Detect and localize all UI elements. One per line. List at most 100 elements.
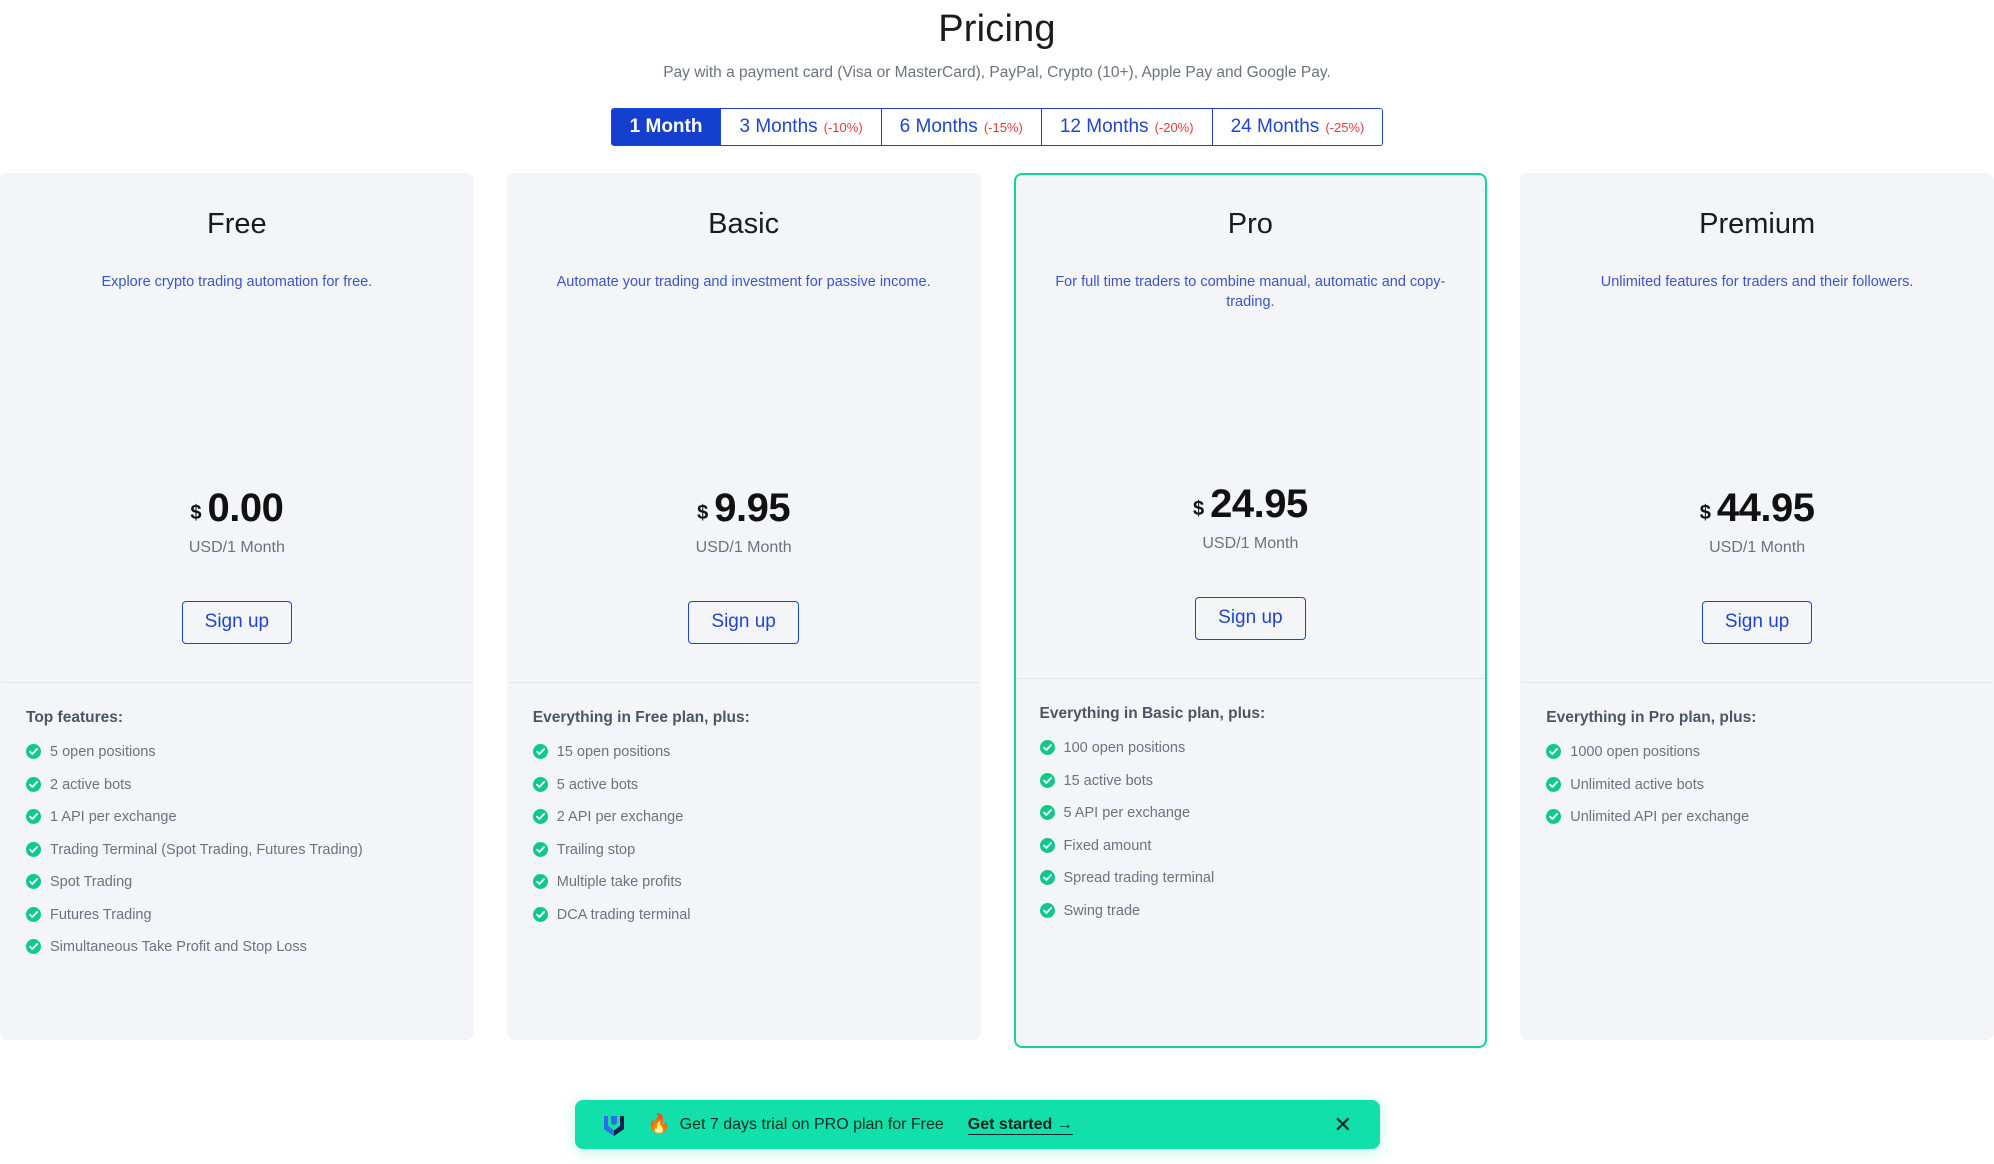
feature-item: Unlimited API per exchange — [1546, 808, 1968, 828]
price-block: $0.00 USD/1 Month — [28, 486, 446, 557]
feature-label: Spread trading terminal — [1063, 870, 1215, 887]
check-circle-icon — [26, 939, 41, 955]
signup-wrap: Sign up — [535, 601, 953, 682]
period-tab-12-months[interactable]: 12 Months (-20%) — [1041, 109, 1213, 146]
period-tab-6-months[interactable]: 6 Months (-15%) — [881, 109, 1042, 146]
check-circle-icon — [26, 906, 41, 922]
period-tab-label: 24 Months — [1230, 116, 1320, 138]
period-tab-1-month[interactable]: 1 Month — [611, 109, 722, 146]
check-circle-icon — [1039, 837, 1055, 853]
feature-label: 2 active bots — [50, 776, 132, 793]
plan-name: Free — [207, 208, 267, 240]
period-tab-24-months[interactable]: 24 Months (-25%) — [1212, 109, 1383, 146]
feature-item: 5 API per exchange — [1039, 804, 1462, 824]
signup-button[interactable]: Sign up — [688, 601, 799, 644]
price-period: USD/1 Month — [695, 539, 792, 557]
fire-icon: 🔥 — [647, 1114, 671, 1135]
feature-label: 5 open positions — [50, 744, 156, 760]
plan-tagline: Automate your trading and investment for… — [556, 273, 931, 290]
signup-button[interactable]: Sign up — [1195, 597, 1306, 640]
signup-wrap: Sign up — [1548, 601, 1966, 682]
feature-label: 2 API per exchange — [556, 809, 684, 826]
pricing-cards-row: Free Explore crypto trading automation fo… — [0, 173, 1994, 1048]
price-line: $24.95 — [1042, 482, 1460, 527]
period-tab-discount: (-10%) — [823, 120, 863, 136]
price-amount: 24.95 — [1210, 482, 1308, 527]
feature-label: 5 API per exchange — [1063, 805, 1191, 822]
period-tab-3-months[interactable]: 3 Months (-10%) — [721, 109, 882, 146]
price-line: $0.00 — [28, 486, 446, 531]
app-logo-icon — [601, 1112, 627, 1138]
get-started-link[interactable]: Get started → — [968, 1116, 1073, 1134]
check-circle-icon — [1039, 740, 1055, 755]
period-tab-label: 12 Months — [1059, 116, 1149, 138]
check-circle-icon — [1039, 772, 1055, 788]
feature-item: Swing trade — [1039, 902, 1462, 922]
feature-label: DCA trading terminal — [556, 906, 691, 923]
feature-item: Fixed amount — [1039, 837, 1462, 857]
period-tab-label: 6 Months — [899, 116, 978, 138]
price-period: USD/1 Month — [1709, 539, 1806, 557]
check-circle-icon — [532, 841, 548, 857]
feature-item: 1 API per exchange — [26, 808, 448, 828]
features-title: Everything in Pro plan, plus: — [1546, 709, 1757, 726]
check-circle-icon — [1546, 744, 1562, 759]
currency-symbol: $ — [190, 502, 202, 525]
price-line: $44.95 — [1548, 486, 1966, 531]
check-circle-icon — [532, 809, 548, 825]
price-period: USD/1 Month — [1202, 535, 1299, 553]
feature-label: 15 active bots — [1063, 772, 1153, 789]
feature-item: DCA trading terminal — [532, 906, 955, 926]
page-subtitle: Pay with a payment card (Visa or MasterC… — [663, 64, 1331, 82]
pricing-page: Pricing Pay with a payment card (Visa or… — [0, 0, 1994, 1164]
close-icon[interactable]: ✕ — [1328, 1110, 1358, 1140]
feature-item: 15 open positions — [532, 743, 955, 763]
price-amount: 9.95 — [714, 486, 791, 531]
pricing-card-basic: Basic Automate your trading and investmen… — [506, 173, 981, 1040]
features-section: Everything in Basic plan, plus: 100 open … — [1016, 679, 1486, 1046]
feature-item: 15 active bots — [1039, 772, 1462, 792]
feature-label: Unlimited active bots — [1570, 776, 1705, 793]
signup-wrap: Sign up — [1042, 597, 1460, 678]
check-circle-icon — [1546, 809, 1562, 825]
promo-banner: 🔥 Get 7 days trial on PRO plan for Free … — [575, 1100, 1380, 1149]
billing-period-toggle[interactable]: 1 Month 3 Months (-10%) 6 Months (-15%) 12 Mo… — [610, 108, 1384, 147]
plan-name: Pro — [1227, 208, 1273, 240]
currency-symbol: $ — [697, 502, 709, 525]
check-circle-icon — [26, 841, 41, 857]
check-circle-icon — [26, 776, 41, 792]
check-circle-icon — [532, 776, 548, 792]
features-section: Top features: 5 open positions 2 active b… — [2, 683, 472, 1038]
check-circle-icon — [1039, 902, 1055, 918]
signup-button[interactable]: Sign up — [181, 601, 293, 644]
signup-button[interactable]: Sign up — [1701, 601, 1813, 644]
check-circle-icon — [1039, 870, 1055, 886]
feature-label: Unlimited API per exchange — [1570, 809, 1750, 826]
feature-label: Swing trade — [1063, 902, 1141, 919]
features-title: Everything in Free plan, plus: — [532, 709, 750, 726]
feature-label: Multiple take profits — [556, 874, 682, 891]
feature-label: 5 active bots — [556, 776, 639, 793]
period-tab-label: 1 Month — [629, 116, 703, 138]
feature-item: 100 open positions — [1039, 739, 1462, 759]
feature-label: 1000 open positions — [1570, 744, 1701, 760]
page-header: Pricing Pay with a payment card (Visa or… — [0, 0, 1994, 147]
plan-tagline: Unlimited features for traders and their… — [1600, 273, 1914, 290]
currency-symbol: $ — [1699, 502, 1711, 525]
feature-item: Simultaneous Take Profit and Stop Loss — [26, 938, 448, 958]
check-circle-icon — [532, 744, 548, 759]
feature-item: Spot Trading — [26, 873, 448, 893]
feature-item: Trailing stop — [532, 841, 955, 861]
page-title: Pricing — [938, 8, 1056, 50]
period-tab-label: 3 Months — [739, 116, 818, 138]
card-header: Free Explore crypto trading automation fo… — [2, 175, 472, 682]
period-tab-discount: (-20%) — [1154, 120, 1194, 136]
feature-item: 5 open positions — [26, 743, 448, 763]
check-circle-icon — [26, 744, 41, 759]
features-section: Everything in Pro plan, plus: 1000 open p… — [1522, 683, 1992, 1038]
period-tab-discount: (-15%) — [983, 120, 1023, 136]
feature-label: Simultaneous Take Profit and Stop Loss — [50, 939, 307, 956]
pricing-card-free: Free Explore crypto trading automation fo… — [0, 173, 474, 1040]
plan-name: Premium — [1699, 208, 1816, 240]
price-block: $44.95 USD/1 Month — [1548, 486, 1966, 557]
